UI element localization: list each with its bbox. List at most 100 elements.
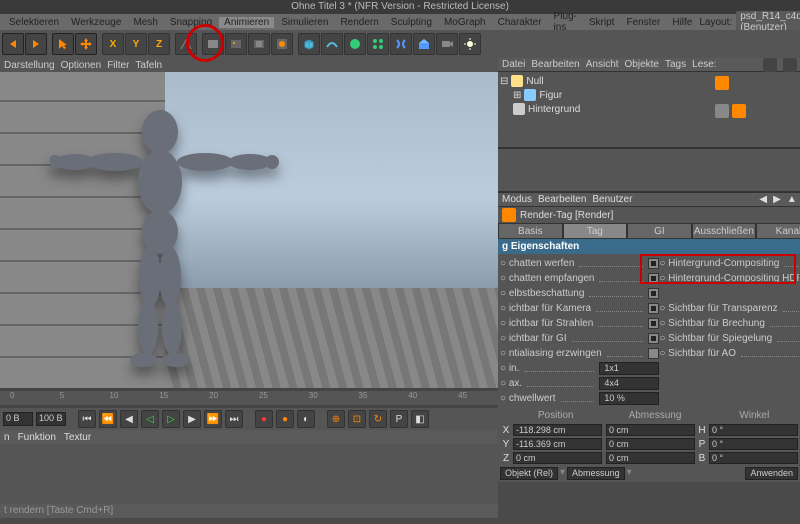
pos-field[interactable]: 0 cm xyxy=(513,452,602,464)
array-button[interactable] xyxy=(367,33,389,55)
scene-button[interactable] xyxy=(413,33,435,55)
menu-selektieren[interactable]: Selektieren xyxy=(4,17,64,28)
om-search-icon[interactable] xyxy=(763,58,777,72)
menu-animieren[interactable]: Animieren xyxy=(219,17,274,28)
camera-button[interactable] xyxy=(436,33,458,55)
deformer-button[interactable] xyxy=(390,33,412,55)
z-axis-button[interactable]: Z xyxy=(148,33,170,55)
vp-tafeln[interactable]: Tafeln xyxy=(135,60,162,71)
value-field[interactable]: 1x1 xyxy=(599,362,659,375)
key-pos-button[interactable]: ⊕ xyxy=(327,410,345,428)
menu-hilfe[interactable]: Hilfe xyxy=(667,17,697,28)
menu-mesh[interactable]: Mesh xyxy=(128,17,162,28)
select-tool[interactable] xyxy=(52,33,74,55)
size-field[interactable]: 0 cm xyxy=(606,424,695,436)
menu-skript[interactable]: Skript xyxy=(584,17,620,28)
nurbs-button[interactable] xyxy=(344,33,366,55)
apply-button[interactable]: Anwenden xyxy=(745,467,798,480)
om-tags[interactable]: Tags xyxy=(665,59,686,70)
tab-funktion[interactable]: Funktion xyxy=(18,432,56,443)
key-pla-button[interactable]: ◧ xyxy=(411,410,429,428)
y-axis-button[interactable]: Y xyxy=(125,33,147,55)
attr-tab-kanal[interactable]: Kanal xyxy=(756,223,800,239)
prev-key-button[interactable]: ⏪ xyxy=(99,410,117,428)
checkbox[interactable] xyxy=(648,348,659,359)
next-key-button[interactable]: ⏩ xyxy=(204,410,222,428)
render-picture-button[interactable] xyxy=(225,33,247,55)
attr-benutzer[interactable]: Benutzer xyxy=(592,194,632,205)
render-queue-button[interactable] xyxy=(271,33,293,55)
menu-rendern[interactable]: Rendern xyxy=(335,17,383,28)
prev-frame-button[interactable]: ◀ xyxy=(120,410,138,428)
tree-item-figur[interactable]: ⊞Figur xyxy=(500,88,709,102)
checkbox[interactable] xyxy=(648,333,659,344)
cube-primitive-button[interactable] xyxy=(298,33,320,55)
spline-button[interactable] xyxy=(321,33,343,55)
size-field[interactable]: 0 cm xyxy=(606,452,695,464)
tree-item-hintergrund[interactable]: Hintergrund xyxy=(500,102,709,116)
pos-field[interactable]: -116.369 cm xyxy=(513,438,602,450)
redo-button[interactable] xyxy=(25,33,47,55)
material-manager[interactable] xyxy=(498,149,800,192)
attr-tab-ausschliessen[interactable]: Ausschließen xyxy=(692,223,757,239)
angle-field[interactable]: 0 ° xyxy=(709,452,798,464)
attr-modus[interactable]: Modus xyxy=(502,194,532,205)
autokey-button[interactable]: ● xyxy=(276,410,294,428)
attr-tab-gi[interactable]: GI xyxy=(627,223,692,239)
menu-sculpting[interactable]: Sculpting xyxy=(386,17,437,28)
play-button[interactable]: ▷ xyxy=(162,410,180,428)
menu-fenster[interactable]: Fenster xyxy=(621,17,665,28)
angle-field[interactable]: 0 ° xyxy=(709,424,798,436)
light-button[interactable] xyxy=(459,33,481,55)
menu-snapping[interactable]: Snapping xyxy=(165,17,217,28)
frame-end-field[interactable]: 100 B xyxy=(36,412,66,426)
pos-field[interactable]: -118.298 cm xyxy=(513,424,602,436)
menu-simulieren[interactable]: Simulieren xyxy=(276,17,333,28)
key-rot-button[interactable]: ↻ xyxy=(369,410,387,428)
checkbox[interactable] xyxy=(648,258,659,269)
menu-werkzeuge[interactable]: Werkzeuge xyxy=(66,17,126,28)
tab-n[interactable]: n xyxy=(4,432,10,443)
undo-button[interactable] xyxy=(2,33,24,55)
nav-up-icon[interactable]: ▲ xyxy=(787,194,797,205)
angle-field[interactable]: 0 ° xyxy=(709,438,798,450)
coord-system-button[interactable] xyxy=(175,33,197,55)
vp-darstellung[interactable]: Darstellung xyxy=(4,60,55,71)
object-manager-tree[interactable]: ⊟Null ⊞Figur Hintergrund xyxy=(498,72,800,147)
nav-back-icon[interactable]: ◀ xyxy=(759,194,767,205)
value-field[interactable]: 10 % xyxy=(599,392,659,405)
keyframe-sel-button[interactable]: ◐ xyxy=(297,410,315,428)
om-view-icon[interactable] xyxy=(783,58,797,72)
coord-size-dropdown[interactable]: Abmessung xyxy=(567,467,625,480)
tab-textur[interactable]: Textur xyxy=(64,432,91,443)
menu-charakter[interactable]: Charakter xyxy=(493,17,547,28)
om-datei[interactable]: Datei xyxy=(502,59,525,70)
attr-tab-tag[interactable]: Tag xyxy=(563,223,628,239)
om-objekte[interactable]: Objekte xyxy=(625,59,659,70)
tree-item-null[interactable]: ⊟Null xyxy=(500,74,709,88)
om-bearbeiten[interactable]: Bearbeiten xyxy=(531,59,579,70)
attr-bearbeiten[interactable]: Bearbeiten xyxy=(538,194,586,205)
viewport-3d[interactable] xyxy=(0,72,498,388)
checkbox[interactable] xyxy=(648,273,659,284)
nav-fwd-icon[interactable]: ▶ xyxy=(773,194,781,205)
key-param-button[interactable]: P xyxy=(390,410,408,428)
checkbox[interactable] xyxy=(648,303,659,314)
next-frame-button[interactable]: ▶ xyxy=(183,410,201,428)
goto-start-button[interactable]: ⏮ xyxy=(78,410,96,428)
x-axis-button[interactable]: X xyxy=(102,33,124,55)
vp-filter[interactable]: Filter xyxy=(107,60,129,71)
frame-start-field[interactable]: 0 B xyxy=(3,412,33,426)
checkbox[interactable] xyxy=(648,318,659,329)
vp-optionen[interactable]: Optionen xyxy=(61,60,102,71)
coord-mode-dropdown[interactable]: Objekt (Rel) xyxy=(500,467,558,480)
key-scale-button[interactable]: ⊡ xyxy=(348,410,366,428)
render-view-button[interactable] xyxy=(202,33,224,55)
om-ansicht[interactable]: Ansicht xyxy=(586,59,619,70)
goto-end-button[interactable]: ⏭ xyxy=(225,410,243,428)
menu-mograph[interactable]: MoGraph xyxy=(439,17,491,28)
record-button[interactable]: ● xyxy=(255,410,273,428)
attr-tab-basis[interactable]: Basis xyxy=(498,223,563,239)
size-field[interactable]: 0 cm xyxy=(606,438,695,450)
play-back-button[interactable]: ◁ xyxy=(141,410,159,428)
